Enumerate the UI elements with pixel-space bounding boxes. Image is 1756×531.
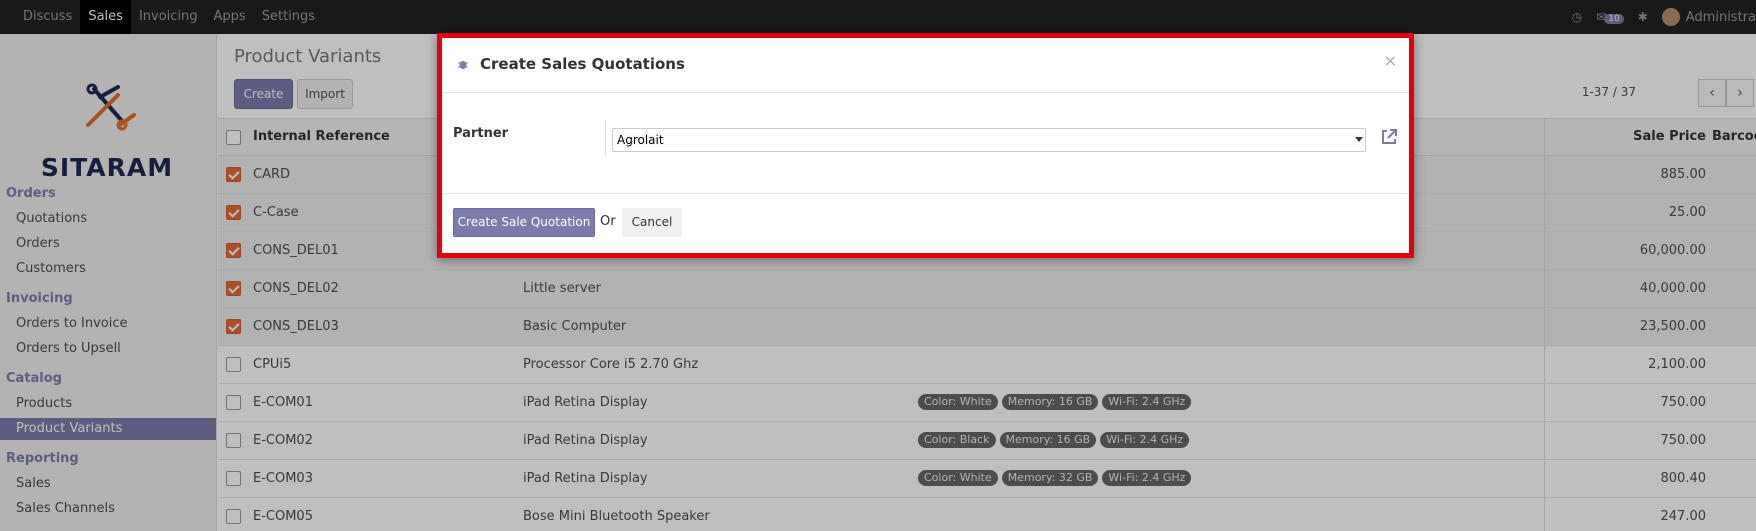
external-link-icon[interactable]	[1379, 127, 1399, 147]
chevron-down-icon[interactable]	[1355, 137, 1363, 142]
create-sales-quotations-dialog: Create Sales Quotations × Partner Agrola…	[437, 33, 1414, 258]
dialog-header: Create Sales Quotations ×	[442, 38, 1409, 93]
bug-icon	[458, 61, 468, 69]
create-sale-quotation-button[interactable]: Create Sale Quotation	[453, 208, 595, 237]
or-label: Or	[600, 214, 616, 229]
dialog-title: Create Sales Quotations	[480, 55, 685, 73]
close-icon[interactable]: ×	[1384, 51, 1397, 70]
partner-label: Partner	[453, 126, 509, 141]
cancel-button[interactable]: Cancel	[622, 208, 682, 237]
partner-input[interactable]: Agrolait	[612, 128, 1366, 152]
